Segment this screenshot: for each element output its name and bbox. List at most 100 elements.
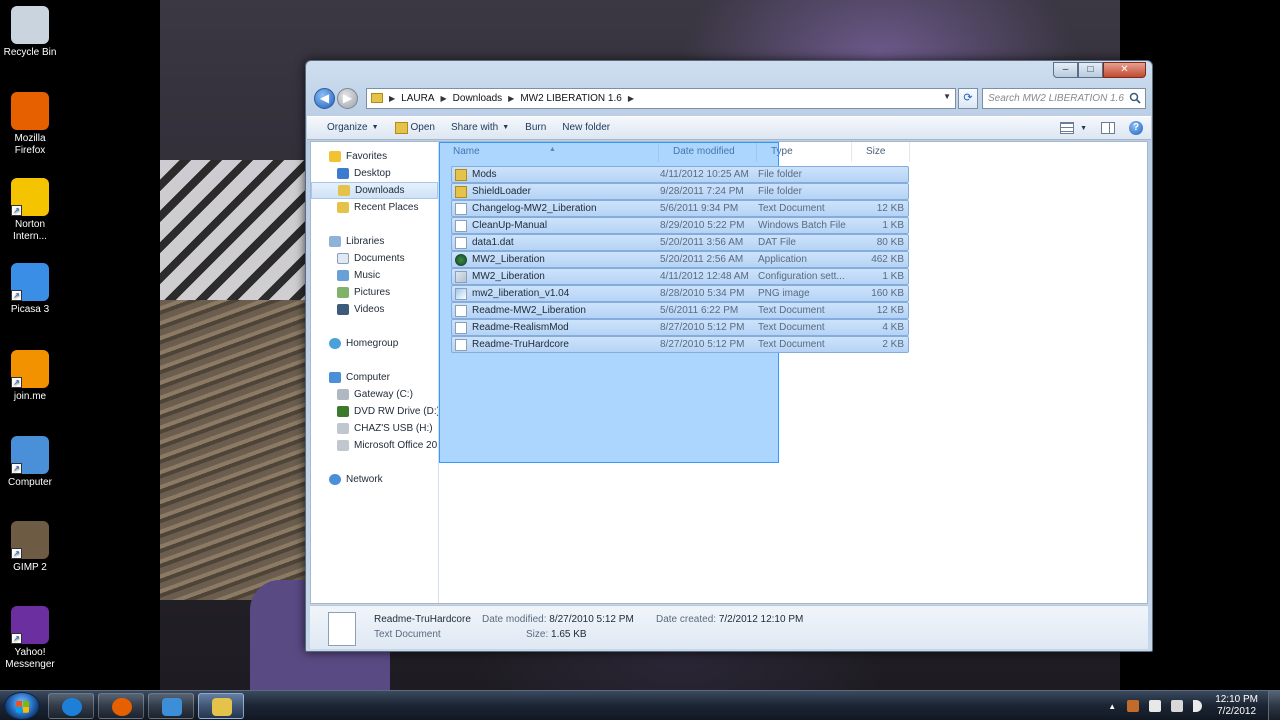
- file-row[interactable]: ShieldLoader 9/28/2011 7:24 PM File folder: [451, 183, 909, 200]
- file-type: File folder: [758, 186, 802, 197]
- start-button[interactable]: [4, 692, 40, 720]
- nav-documents[interactable]: Documents: [311, 250, 438, 267]
- minimize-button[interactable]: –: [1053, 62, 1078, 78]
- file-row[interactable]: Readme-MW2_Liberation 5/6/2011 6:22 PM Tex…: [451, 302, 909, 319]
- tray-app-icon[interactable]: [1127, 700, 1140, 712]
- desktop-icon-recycle-bin[interactable]: Recycle Bin: [0, 6, 60, 59]
- nav-videos[interactable]: Videos: [311, 301, 438, 318]
- chevron-right-icon[interactable]: ▶: [626, 94, 636, 103]
- taskbar: ▲ 12:10 PM 7/2/2012: [0, 690, 1280, 720]
- nav-gateway-drive[interactable]: Gateway (C:): [311, 386, 438, 403]
- breadcrumb-laura[interactable]: LAURA: [397, 93, 438, 104]
- file-name-cell: Readme-RealismMod: [452, 321, 660, 334]
- file-name: CleanUp-Manual: [472, 220, 548, 231]
- desktop-icon-picasa[interactable]: ↗ Picasa 3: [0, 263, 60, 316]
- clock-date: 7/2/2012: [1217, 706, 1257, 717]
- column-size[interactable]: Size: [852, 142, 910, 162]
- new-folder-button[interactable]: New folder: [554, 117, 618, 139]
- nav-network[interactable]: Network: [311, 471, 438, 488]
- nav-libraries[interactable]: Libraries: [311, 233, 438, 250]
- organize-button[interactable]: Organize ▼: [319, 117, 387, 139]
- folder-icon: [455, 185, 467, 198]
- desktop-icon-joinme[interactable]: ↗ join.me: [0, 350, 60, 403]
- taskbar-windows-explorer-button[interactable]: [198, 693, 244, 719]
- nav-usb-drive[interactable]: CHAZ'S USB (H:): [311, 420, 438, 437]
- explorer-window: – □ ✕ ◀ ▶ ▶ LAURA ▶ Downloads ▶ MW2 LIBE…: [305, 60, 1153, 652]
- file-date: 5/6/2011 6:22 PM: [660, 305, 739, 316]
- desktop-icon-computer[interactable]: ↗ Computer: [0, 436, 60, 489]
- nav-recent-places[interactable]: Recent Places: [311, 199, 438, 216]
- preview-pane-icon[interactable]: [1101, 122, 1115, 134]
- nav-pictures[interactable]: Pictures: [311, 284, 438, 301]
- nav-music[interactable]: Music: [311, 267, 438, 284]
- nav-documents-label: Documents: [354, 253, 405, 264]
- wallpaper-detail: [160, 160, 310, 310]
- nav-office-drive[interactable]: Microsoft Office 201: [311, 437, 438, 454]
- file-row[interactable]: CleanUp-Manual 8/29/2010 5:22 PM Windows B…: [451, 217, 909, 234]
- details-file-name: Readme-TruHardcore: [374, 614, 471, 625]
- clock[interactable]: 12:10 PM 7/2/2012: [1215, 694, 1258, 718]
- taskbar-internet-explorer-button[interactable]: [48, 693, 94, 719]
- file-row[interactable]: MW2_Liberation 5/20/2011 2:56 AM Applicati…: [451, 251, 909, 268]
- maximize-button[interactable]: □: [1078, 62, 1103, 78]
- file-name-cell: CleanUp-Manual: [452, 219, 660, 232]
- chevron-down-icon[interactable]: ▼: [1080, 125, 1087, 132]
- file-name-cell: ShieldLoader: [452, 185, 660, 198]
- back-button[interactable]: ◀: [314, 87, 335, 109]
- file-name: Readme-TruHardcore: [472, 339, 569, 350]
- action-center-icon[interactable]: [1149, 700, 1162, 712]
- nav-downloads[interactable]: Downloads: [311, 182, 438, 199]
- computer-icon: [329, 372, 341, 383]
- chevron-down-icon[interactable]: ▼: [943, 92, 951, 101]
- chevron-right-icon[interactable]: ▶: [506, 94, 516, 103]
- file-row[interactable]: Readme-RealismMod 8/27/2010 5:12 PM Text D…: [451, 319, 909, 336]
- nav-desktop[interactable]: Desktop: [311, 165, 438, 182]
- desktop-icon-label: Yahoo! Messenger: [5, 647, 55, 670]
- file-date: 8/29/2010 5:22 PM: [660, 220, 745, 231]
- breadcrumb-downloads[interactable]: Downloads: [449, 93, 506, 104]
- file-name: data1.dat: [472, 237, 514, 248]
- details-modified-label: Date modified:: [482, 614, 547, 625]
- desktop-icon-norton[interactable]: ↗ Norton Intern...: [0, 178, 60, 243]
- file-row[interactable]: data1.dat 5/20/2011 3:56 AM DAT File 80 KB: [451, 234, 909, 251]
- volume-icon[interactable]: [1193, 700, 1203, 712]
- txt-file-icon: [455, 321, 467, 334]
- navigation-pane: Favorites Desktop Downloads Recent Place…: [311, 142, 439, 603]
- file-row[interactable]: mw2_liberation_v1.04 8/28/2010 5:34 PM PNG…: [451, 285, 909, 302]
- help-icon[interactable]: ?: [1129, 121, 1143, 135]
- downloads-folder-icon: [338, 185, 350, 196]
- desktop-icon-firefox[interactable]: Mozilla Firefox: [0, 92, 60, 157]
- burn-button[interactable]: Burn: [517, 117, 554, 139]
- nav-dvd-drive[interactable]: DVD RW Drive (D:) D: [311, 403, 438, 420]
- nav-homegroup[interactable]: Homegroup: [311, 335, 438, 352]
- search-input[interactable]: Search MW2 LIBERATION 1.6: [982, 87, 1146, 109]
- refresh-button[interactable]: ⟳: [958, 87, 978, 109]
- file-row[interactable]: Changelog-MW2_Liberation 5/6/2011 9:34 PM…: [451, 200, 909, 217]
- open-button[interactable]: Open: [387, 117, 443, 139]
- change-view-icon[interactable]: [1060, 122, 1075, 134]
- show-desktop-button[interactable]: [1268, 691, 1280, 720]
- file-row[interactable]: MW2_Liberation 4/11/2012 12:48 AM Configur…: [451, 268, 909, 285]
- file-row[interactable]: Mods 4/11/2012 10:25 AM File folder: [451, 166, 909, 183]
- desktop-icon-gimp[interactable]: ↗ GIMP 2: [0, 521, 60, 574]
- show-hidden-icons-icon[interactable]: ▲: [1108, 702, 1116, 711]
- navigation-bar: ◀ ▶ ▶ LAURA ▶ Downloads ▶ MW2 LIBERATION…: [314, 87, 1146, 109]
- chevron-right-icon[interactable]: ▶: [387, 94, 397, 103]
- share-with-button[interactable]: Share with ▼: [443, 117, 517, 139]
- nav-computer[interactable]: Computer: [311, 369, 438, 386]
- file-row[interactable]: Readme-TruHardcore 8/27/2010 5:12 PM Text …: [451, 336, 909, 353]
- taskbar-media-player-button[interactable]: [148, 693, 194, 719]
- file-name: mw2_liberation_v1.04: [472, 288, 570, 299]
- desktop-icon-yahoo-messenger[interactable]: ↗ Yahoo! Messenger: [0, 606, 60, 671]
- chevron-right-icon[interactable]: ▶: [439, 94, 449, 103]
- network-icon[interactable]: [1171, 700, 1184, 712]
- file-name-cell: mw2_liberation_v1.04: [452, 287, 660, 300]
- nav-usb-label: CHAZ'S USB (H:): [354, 423, 433, 434]
- breadcrumb-current-folder[interactable]: MW2 LIBERATION 1.6: [516, 93, 626, 104]
- desktop-icon-label: Picasa 3: [10, 304, 50, 315]
- nav-favorites[interactable]: Favorites: [311, 148, 438, 165]
- forward-button[interactable]: ▶: [337, 87, 358, 109]
- close-button[interactable]: ✕: [1103, 62, 1146, 78]
- address-bar[interactable]: ▶ LAURA ▶ Downloads ▶ MW2 LIBERATION 1.6…: [366, 87, 956, 109]
- taskbar-firefox-button[interactable]: [98, 693, 144, 719]
